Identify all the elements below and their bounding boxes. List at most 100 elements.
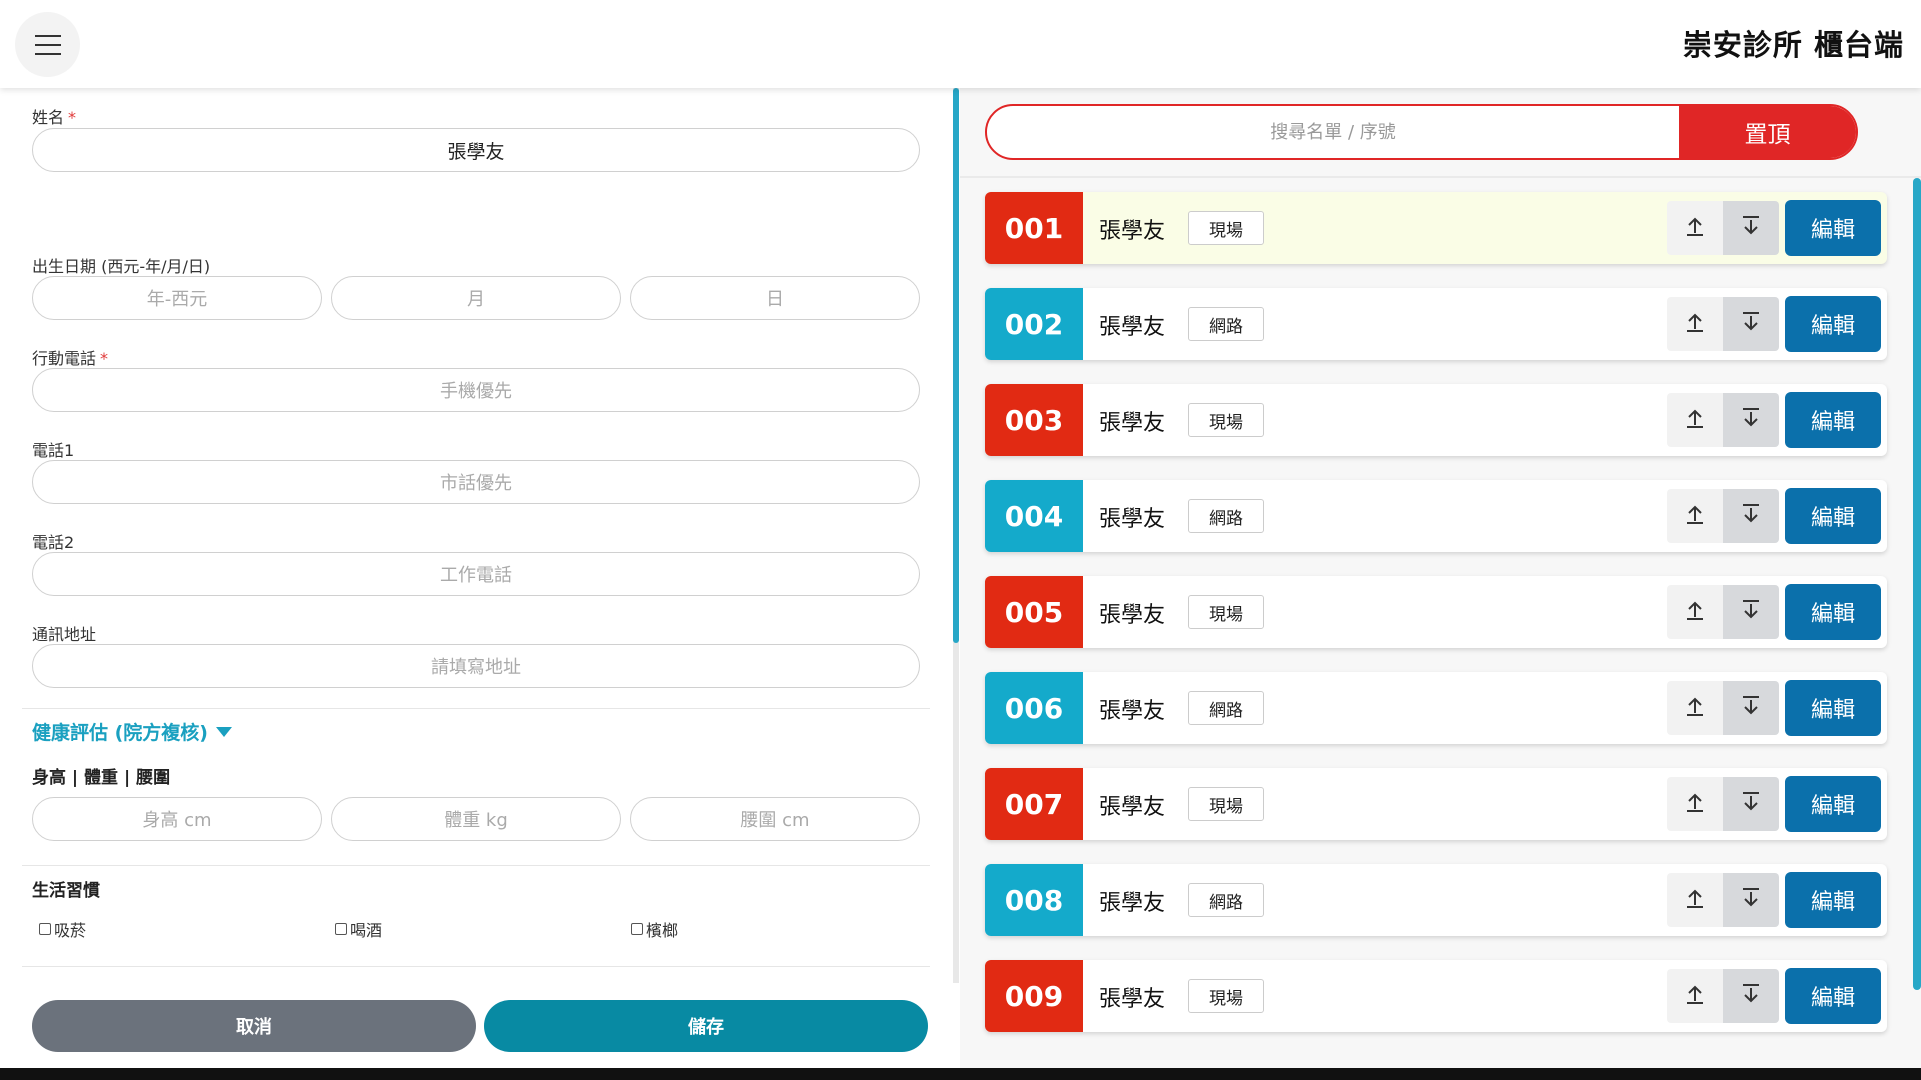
edit-button[interactable]: 編輯 xyxy=(1785,392,1881,448)
patient-name: 張學友 xyxy=(1099,699,1166,724)
patient-name: 張學友 xyxy=(1099,411,1166,436)
waist-input[interactable]: 腰圍 cm xyxy=(630,797,920,841)
queue-number: 006 xyxy=(985,672,1083,744)
patient-name: 張學友 xyxy=(1099,507,1166,532)
arrow-up-icon xyxy=(1684,887,1706,913)
queue-item[interactable]: 001 張學友 現場 編輯 xyxy=(985,192,1887,264)
address-input[interactable]: 請填寫地址 xyxy=(32,644,920,688)
page-title: 崇安診所 櫃台端 xyxy=(1682,28,1904,62)
arrow-down-icon xyxy=(1740,311,1762,337)
arrow-down-icon xyxy=(1740,887,1762,913)
move-up-button[interactable] xyxy=(1667,777,1723,831)
arrow-down-icon xyxy=(1740,983,1762,1009)
divider xyxy=(960,176,1921,178)
health-assessment-toggle[interactable]: 健康評估 (院方複核) xyxy=(32,718,232,745)
habit-drinking-checkbox[interactable]: 喝酒 xyxy=(335,917,382,941)
birth-day-input[interactable]: 日 xyxy=(630,276,920,320)
edit-button[interactable]: 編輯 xyxy=(1785,680,1881,736)
bottom-bar xyxy=(0,1068,1921,1080)
patient-name: 張學友 xyxy=(1099,987,1166,1012)
mobile-input[interactable]: 手機優先 xyxy=(32,368,920,412)
checkbox-icon xyxy=(335,923,347,935)
patient-name: 張學友 xyxy=(1099,795,1166,820)
form-actions: 取消 儲存 xyxy=(0,985,960,1080)
arrow-up-icon xyxy=(1684,215,1706,241)
save-button[interactable]: 儲存 xyxy=(484,1000,928,1052)
move-up-button[interactable] xyxy=(1667,681,1723,735)
hamburger-menu-icon[interactable] xyxy=(15,12,80,77)
form-scrollbar-thumb[interactable] xyxy=(953,88,959,643)
move-down-button[interactable] xyxy=(1723,489,1779,543)
move-up-button[interactable] xyxy=(1667,489,1723,543)
move-down-button[interactable] xyxy=(1723,393,1779,447)
source-badge: 現場 xyxy=(1188,211,1264,245)
queue-item[interactable]: 004 張學友 網路 編輯 xyxy=(985,480,1887,552)
height-input[interactable]: 身高 cm xyxy=(32,797,322,841)
queue-item[interactable]: 005 張學友 現場 編輯 xyxy=(985,576,1887,648)
habits-label: 生活習慣 xyxy=(32,881,100,901)
edit-button[interactable]: 編輯 xyxy=(1785,584,1881,640)
patient-form: 姓名* 張學友 男性 女性 出生日期 (西元-年/月/日) 年-西元 月 日 行… xyxy=(0,88,960,983)
top-bar: 崇安診所 櫃台端 xyxy=(0,0,1921,88)
arrow-down-icon xyxy=(1740,407,1762,433)
phone2-input[interactable]: 工作電話 xyxy=(32,552,920,596)
patient-name: 張學友 xyxy=(1099,603,1166,628)
source-badge: 現場 xyxy=(1188,979,1264,1013)
edit-button[interactable]: 編輯 xyxy=(1785,776,1881,832)
move-down-button[interactable] xyxy=(1723,585,1779,639)
edit-button[interactable]: 編輯 xyxy=(1785,968,1881,1024)
queue-number: 008 xyxy=(985,864,1083,936)
arrow-up-icon xyxy=(1684,791,1706,817)
move-up-button[interactable] xyxy=(1667,585,1723,639)
source-badge: 網路 xyxy=(1188,691,1264,725)
habit-smoking-checkbox[interactable]: 吸菸 xyxy=(39,917,86,941)
move-up-button[interactable] xyxy=(1667,297,1723,351)
move-down-button[interactable] xyxy=(1723,681,1779,735)
weight-input[interactable]: 體重 kg xyxy=(331,797,621,841)
search-input[interactable] xyxy=(987,106,1679,158)
move-down-button[interactable] xyxy=(1723,201,1779,255)
move-up-button[interactable] xyxy=(1667,393,1723,447)
queue-item[interactable]: 009 張學友 現場 編輯 xyxy=(985,960,1887,1032)
pin-top-button[interactable]: 置頂 xyxy=(1679,106,1856,158)
habit-betelnut-checkbox[interactable]: 檳榔 xyxy=(631,917,678,941)
move-up-button[interactable] xyxy=(1667,969,1723,1023)
move-down-button[interactable] xyxy=(1723,777,1779,831)
arrow-up-icon xyxy=(1684,407,1706,433)
birth-year-input[interactable]: 年-西元 xyxy=(32,276,322,320)
move-down-button[interactable] xyxy=(1723,969,1779,1023)
arrow-down-icon xyxy=(1740,695,1762,721)
arrow-up-icon xyxy=(1684,503,1706,529)
name-input[interactable]: 張學友 xyxy=(32,128,920,172)
edit-button[interactable]: 編輯 xyxy=(1785,488,1881,544)
checkbox-icon xyxy=(39,923,51,935)
birth-month-input[interactable]: 月 xyxy=(331,276,621,320)
move-down-button[interactable] xyxy=(1723,297,1779,351)
queue-item[interactable]: 008 張學友 網路 編輯 xyxy=(985,864,1887,936)
phone1-input[interactable]: 市話優先 xyxy=(32,460,920,504)
queue-item[interactable]: 002 張學友 網路 編輯 xyxy=(985,288,1887,360)
queue-item[interactable]: 007 張學友 現場 編輯 xyxy=(985,768,1887,840)
caret-down-icon xyxy=(215,726,232,737)
queue-item[interactable]: 006 張學友 網路 編輯 xyxy=(985,672,1887,744)
arrow-down-icon xyxy=(1740,791,1762,817)
move-up-button[interactable] xyxy=(1667,201,1723,255)
queue-scrollbar-thumb[interactable] xyxy=(1913,178,1921,990)
source-badge: 現場 xyxy=(1188,595,1264,629)
queue-item[interactable]: 003 張學友 現場 編輯 xyxy=(985,384,1887,456)
move-up-button[interactable] xyxy=(1667,873,1723,927)
mobile-label: 行動電話 * xyxy=(32,349,109,368)
edit-button[interactable]: 編輯 xyxy=(1785,296,1881,352)
queue-number: 004 xyxy=(985,480,1083,552)
divider xyxy=(22,708,930,709)
move-down-button[interactable] xyxy=(1723,873,1779,927)
arrow-down-icon xyxy=(1740,215,1762,241)
cancel-button[interactable]: 取消 xyxy=(32,1000,476,1052)
required-mark: * xyxy=(68,108,77,127)
queue-number: 005 xyxy=(985,576,1083,648)
edit-button[interactable]: 編輯 xyxy=(1785,200,1881,256)
queue-number: 003 xyxy=(985,384,1083,456)
patient-name: 張學友 xyxy=(1099,315,1166,340)
edit-button[interactable]: 編輯 xyxy=(1785,872,1881,928)
search-bar: 置頂 xyxy=(985,104,1858,160)
